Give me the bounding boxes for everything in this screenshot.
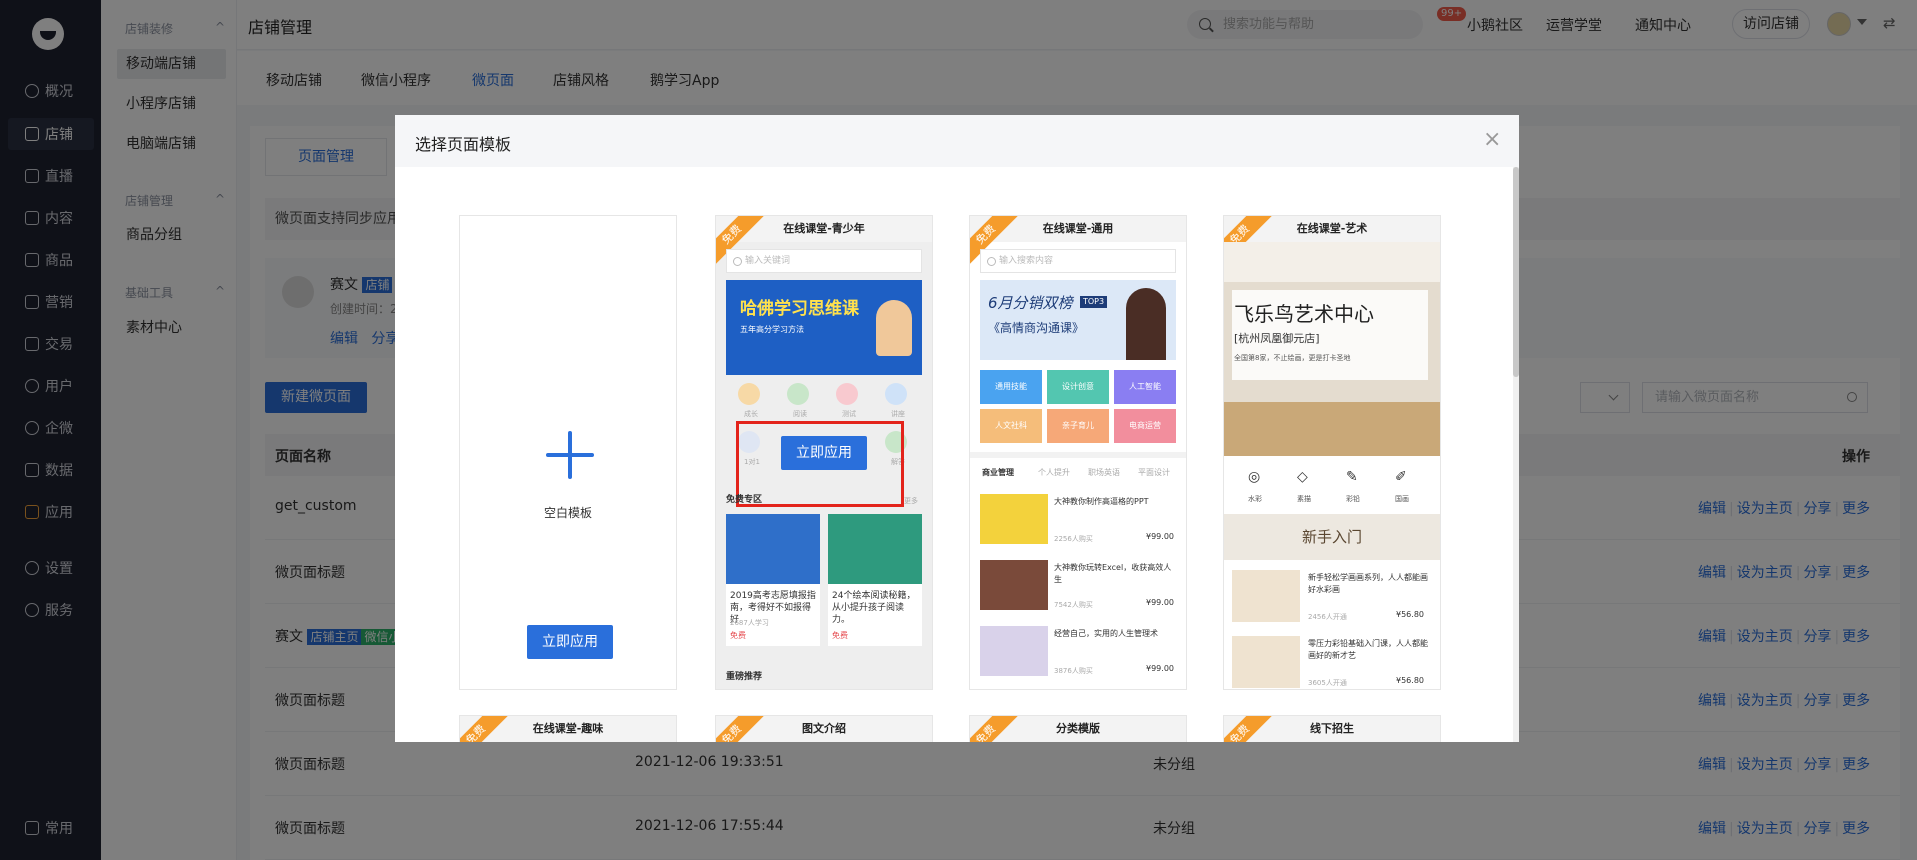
more-link: 更多 bbox=[904, 497, 918, 505]
section-title: 新手入门 bbox=[1301, 528, 1362, 546]
course-cover bbox=[980, 494, 1048, 544]
course-cover bbox=[980, 626, 1048, 676]
modal-title: 选择页面模板 bbox=[415, 135, 512, 154]
course-title: 大神教你玩转Excel，收获高效人生 bbox=[1054, 563, 1172, 584]
template-search: 输入关键词 bbox=[726, 249, 922, 273]
pencil-icon: ✎ bbox=[1346, 469, 1358, 485]
banner-person bbox=[876, 300, 912, 356]
course-title: 新手轻松学画画系列，人人都能画好水彩画 bbox=[1308, 573, 1428, 594]
course-price: ¥99.00 bbox=[1146, 664, 1174, 673]
course-cover bbox=[726, 514, 820, 584]
template-banner: 飞乐鸟艺术中心 [杭州凤凰御元店] 全国第8家，不止绘画，更是打卡圣地 bbox=[1224, 242, 1440, 456]
category-tile: 人文社科 bbox=[980, 409, 1042, 443]
section-banner: 新手入门 bbox=[1224, 514, 1440, 560]
plus-icon bbox=[546, 431, 594, 479]
course-price: ¥99.00 bbox=[1146, 598, 1174, 607]
test-icon bbox=[836, 383, 858, 405]
course-title: 经营自己，实用的人生管理术 bbox=[1054, 629, 1158, 638]
category-tile: 通用技能 bbox=[980, 370, 1042, 404]
course-title: 24个绘本阅读秘籍，从小提升孩子阅读力。 bbox=[832, 591, 916, 625]
course-title: 零压力彩铅基础入门课，人人都能画好的新才艺 bbox=[1308, 639, 1428, 660]
course-learners: 7542人购买 bbox=[1054, 601, 1093, 609]
palette-icon: ◎ bbox=[1248, 469, 1261, 485]
banner-sub: 五年高分学习方法 bbox=[740, 325, 804, 334]
course-cover bbox=[1232, 570, 1300, 622]
course-price: 免费 bbox=[730, 631, 746, 640]
section-title: 重磅推荐 bbox=[726, 672, 763, 682]
category-tile: 电商运营 bbox=[1114, 409, 1176, 443]
scrollbar-thumb[interactable] bbox=[1513, 167, 1519, 377]
template-card-youth[interactable]: 在线课堂-青少年 免费 输入关键词 哈佛学习思维课 五年高分学习方法 成长 阅读… bbox=[715, 215, 933, 690]
icon-label: 水彩 bbox=[1248, 495, 1262, 503]
template-card-category[interactable]: 分类模版 免费 bbox=[969, 715, 1187, 742]
icon-label: 成长 bbox=[744, 410, 758, 418]
course-title: 大神教你制作高逼格的PPT bbox=[1054, 497, 1149, 506]
blank-template-label: 空白模板 bbox=[543, 506, 592, 520]
course-price: 免费 bbox=[832, 631, 848, 640]
category-tile: 人工智能 bbox=[1114, 370, 1176, 404]
template-card-offline[interactable]: 线下招生 免费 bbox=[1223, 715, 1441, 742]
lecture-icon bbox=[885, 383, 907, 405]
template-card-fun[interactable]: 在线课堂-趣味 免费 bbox=[459, 715, 677, 742]
banner-ceiling bbox=[1224, 242, 1440, 282]
banner-text: 6月分销双榜 bbox=[988, 294, 1073, 312]
icon-label: 国画 bbox=[1395, 495, 1409, 503]
diamond-icon: ◇ bbox=[1297, 469, 1308, 485]
banner-person bbox=[1126, 288, 1166, 360]
category-tile: 设计创意 bbox=[1047, 370, 1109, 404]
divider bbox=[970, 452, 1186, 458]
icon-label: 素描 bbox=[1297, 495, 1311, 503]
category-tile: 亲子育儿 bbox=[1047, 409, 1109, 443]
course-card: 2019高考志愿填报指南，考得好不如报得好 2687人学习 免费 bbox=[726, 514, 820, 646]
icon-label: 彩铅 bbox=[1346, 495, 1360, 503]
modal-scrollbar[interactable] bbox=[1513, 167, 1519, 742]
course-cover bbox=[1232, 636, 1300, 688]
banner-sub: 《高情商沟通课》 bbox=[988, 321, 1085, 335]
course-learners: 2456人开通 bbox=[1308, 613, 1347, 621]
course-learners: 3605人开通 bbox=[1308, 679, 1347, 687]
template-card-art[interactable]: 在线课堂-艺术 免费 飞乐鸟艺术中心 [杭州凤凰御元店] 全国第8家，不止绘画，… bbox=[1223, 215, 1441, 690]
course-learners: 2687人学习 bbox=[730, 619, 769, 627]
template-search: 输入搜索内容 bbox=[980, 249, 1176, 273]
banner-line: 全国第8家，不止绘画，更是打卡圣地 bbox=[1234, 354, 1351, 362]
template-card-blank[interactable]: 空白模板 立即应用 bbox=[459, 215, 677, 690]
close-icon[interactable]: × bbox=[1483, 129, 1501, 151]
banner-tables bbox=[1224, 402, 1440, 456]
course-cover bbox=[828, 514, 922, 584]
subtab: 职场英语 bbox=[1088, 468, 1120, 477]
course-learners: 3876人购买 bbox=[1054, 667, 1093, 675]
template-modal: 选择页面模板 × 空白模板 立即应用 在线课堂-青少年 免费 输入关键词 哈佛学… bbox=[395, 115, 1519, 742]
course-learners: 2256人购买 bbox=[1054, 535, 1093, 543]
growth-icon bbox=[738, 383, 760, 405]
course-price: ¥56.80 bbox=[1396, 610, 1424, 619]
template-banner: 6月分销双榜 TOP3 《高情商沟通课》 bbox=[980, 280, 1176, 360]
template-card-text-image[interactable]: 图文介绍 免费 bbox=[715, 715, 933, 742]
subtab: 平面设计 bbox=[1138, 468, 1170, 477]
icon-label: 测试 bbox=[842, 410, 856, 418]
banner-sub: [杭州凤凰御元店] bbox=[1234, 332, 1320, 345]
banner-badge: TOP3 bbox=[1080, 296, 1108, 308]
icon-label: 阅读 bbox=[793, 410, 807, 418]
course-cover bbox=[980, 560, 1048, 610]
course-card: 24个绘本阅读秘籍，从小提升孩子阅读力。 免费 bbox=[828, 514, 922, 646]
banner-text: 飞乐鸟艺术中心 bbox=[1234, 302, 1374, 326]
banner-text: 哈佛学习思维课 bbox=[740, 299, 859, 319]
section-title: 免费专区 bbox=[726, 495, 763, 505]
subtab: 个人提升 bbox=[1038, 468, 1070, 477]
icon-label: 讲座 bbox=[891, 410, 905, 418]
read-icon bbox=[787, 383, 809, 405]
apply-button[interactable]: 立即应用 bbox=[527, 625, 613, 659]
template-banner: 哈佛学习思维课 五年高分学习方法 bbox=[726, 280, 922, 375]
course-price: ¥99.00 bbox=[1146, 532, 1174, 541]
template-card-general[interactable]: 在线课堂-通用 免费 输入搜索内容 6月分销双榜 TOP3 《高情商沟通课》 通… bbox=[969, 215, 1187, 690]
course-price: ¥56.80 bbox=[1396, 676, 1424, 685]
subtab: 商业管理 bbox=[982, 468, 1014, 477]
brush-icon: ✐ bbox=[1395, 469, 1407, 485]
apply-button[interactable]: 立即应用 bbox=[781, 436, 867, 470]
modal-header: 选择页面模板 × bbox=[395, 115, 1519, 167]
